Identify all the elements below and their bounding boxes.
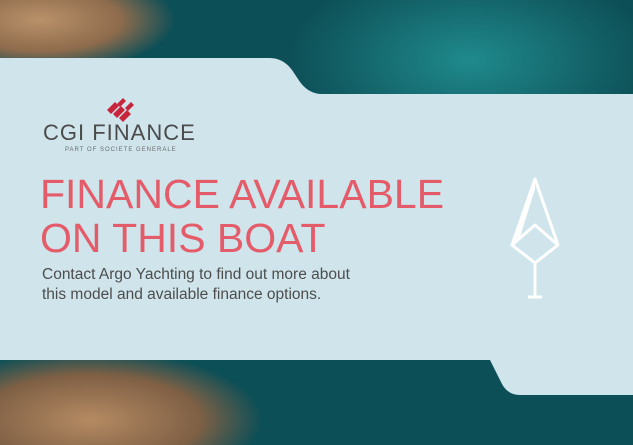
brand-tagline: PART OF SOCIETE GENERALE [65,147,177,153]
brand-name: CGI FINANCE [43,120,196,145]
headline: FINANCE AVAILABLE ON THIS BOAT [40,172,460,260]
argo-yachting-monogram-icon [510,177,560,299]
body-text-line-2: this model and available finance options… [42,286,322,303]
headline-line-1: FINANCE AVAILABLE [40,171,445,217]
body-text: Contact Argo Yachting to find out more a… [42,265,462,305]
body-text-line-1: Contact Argo Yachting to find out more a… [42,266,350,283]
headline-line-2: ON THIS BOAT [40,215,326,261]
cgi-finance-logo: CGI FINANCE PART OF SOCIETE GENERALE [43,98,203,158]
